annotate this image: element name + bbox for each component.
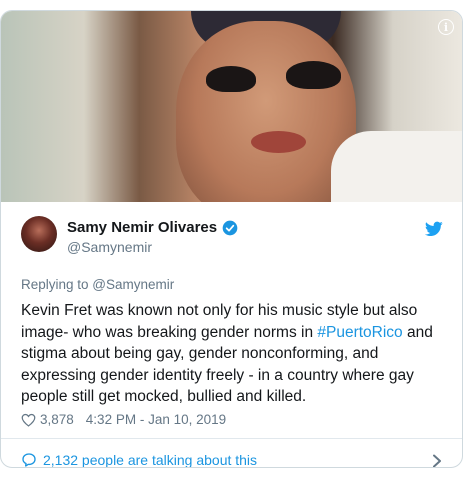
tweet-timestamp[interactable]: 4:32 PM - Jan 10, 2019 bbox=[86, 412, 226, 427]
replying-to-label[interactable]: Replying to @Samynemir bbox=[21, 277, 174, 292]
author-handle[interactable]: @Samynemir bbox=[67, 239, 152, 255]
avatar[interactable] bbox=[21, 216, 57, 252]
image-shirt bbox=[331, 131, 462, 202]
footer-divider bbox=[1, 438, 462, 439]
heart-icon[interactable] bbox=[21, 413, 36, 427]
embedded-tweet-card: i Samy Nemir Olivares @Samynemir Replyin… bbox=[0, 10, 463, 468]
image-eye-right bbox=[286, 61, 341, 89]
verified-badge-icon bbox=[222, 220, 238, 235]
tweet-text: Kevin Fret was known not only for his mu… bbox=[21, 300, 446, 408]
like-count[interactable]: 3,878 bbox=[40, 412, 74, 427]
author-name-row: Samy Nemir Olivares bbox=[67, 219, 238, 236]
tweet-meta: 3,878 4:32 PM - Jan 10, 2019 bbox=[21, 412, 226, 427]
speech-bubble-icon bbox=[22, 453, 36, 467]
talking-about-text[interactable]: 2,132 people are talking about this bbox=[43, 452, 257, 467]
twitter-bird-icon[interactable] bbox=[425, 221, 443, 237]
image-face bbox=[176, 21, 356, 202]
tweet-header: Samy Nemir Olivares @Samynemir bbox=[1, 202, 462, 264]
info-icon[interactable]: i bbox=[438, 19, 454, 35]
image-eye-left bbox=[206, 66, 256, 92]
hashtag-link[interactable]: #PuertoRico bbox=[317, 324, 402, 341]
tweet-media-image[interactable]: i bbox=[1, 11, 462, 202]
talking-about-link[interactable]: 2,132 people are talking about this bbox=[21, 452, 257, 467]
chevron-right-icon[interactable] bbox=[432, 454, 442, 468]
author-name[interactable]: Samy Nemir Olivares bbox=[67, 219, 217, 236]
image-lips bbox=[251, 131, 306, 153]
